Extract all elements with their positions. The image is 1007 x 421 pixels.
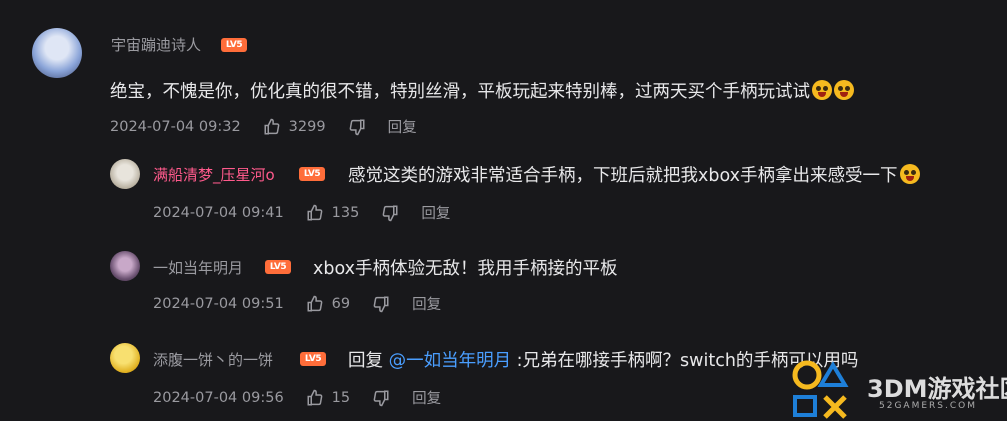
thumbs-up-icon: [307, 389, 323, 405]
like-count: 135: [331, 204, 360, 221]
username[interactable]: 一如当年明月: [153, 257, 243, 278]
emoji-icon: [834, 80, 854, 100]
thumbs-down-icon: [373, 296, 389, 312]
like-button[interactable]: 135: [306, 204, 360, 222]
comment-3: 一如当年明月 LV5 xbox手柄体验无敌！我用手柄接的平板 2024-07-0…: [0, 240, 1007, 332]
reply-button[interactable]: 回复: [421, 202, 450, 223]
level-badge: LV5: [221, 38, 247, 52]
comment-1: 宇宙蹦迪诗人 LV5 绝宝，不愧是你，优化真的很不错，特别丝滑，平板玩起来特别棒…: [0, 0, 1007, 150]
thumbs-down-icon: [373, 390, 389, 406]
avatar[interactable]: [110, 159, 140, 189]
watermark-name: 3DM游戏社区: [867, 375, 1007, 403]
timestamp: 2024-07-04 09:41: [153, 204, 284, 221]
username[interactable]: 添腹一饼丶的一饼: [153, 349, 273, 370]
avatar[interactable]: [110, 343, 140, 373]
comment-text: 感觉这类的游戏非常适合手柄，下班后就把我xbox手柄拿出来感受一下: [348, 162, 920, 187]
dislike-button[interactable]: [372, 389, 390, 407]
like-count: 15: [331, 389, 351, 406]
timestamp: 2024-07-04 09:32: [110, 118, 241, 135]
reply-prefix: 回复: [348, 351, 383, 371]
emoji-icon: [812, 80, 832, 100]
reply-button[interactable]: 回复: [412, 293, 441, 314]
thumbs-up-icon: [307, 295, 323, 311]
thumbs-down-icon: [349, 119, 365, 135]
dislike-button[interactable]: [348, 118, 366, 136]
username[interactable]: 宇宙蹦迪诗人: [111, 34, 201, 55]
mention-link[interactable]: @一如当年明月: [389, 351, 512, 371]
timestamp: 2024-07-04 09:51: [153, 295, 284, 312]
thumbs-up-icon: [307, 204, 323, 220]
comment-meta: 2024-07-04 09:41 135 回复: [153, 202, 450, 223]
reply-button[interactable]: 回复: [388, 116, 417, 137]
comment-2: 满船清梦_压星河o LV5 感觉这类的游戏非常适合手柄，下班后就把我xbox手柄…: [0, 150, 1007, 240]
level-badge: LV5: [299, 167, 325, 181]
comment-meta: 2024-07-04 09:51 69 回复: [153, 293, 441, 314]
thumbs-down-icon: [382, 205, 398, 221]
avatar[interactable]: [110, 251, 140, 281]
comment-meta: 2024-07-04 09:56 15 回复: [153, 387, 441, 408]
comment-meta: 2024-07-04 09:32 3299 回复: [110, 116, 417, 137]
comment-text: xbox手柄体验无敌！我用手柄接的平板: [313, 259, 618, 279]
emoji-icon: [899, 164, 920, 184]
comment-text: 回复 @一如当年明月 :兄弟在哪接手柄啊？switch的手柄可以用吗: [348, 351, 859, 371]
site-watermark: 3DM游戏社区 52GAMERS.COM: [787, 359, 1007, 419]
reply-button[interactable]: 回复: [412, 387, 441, 408]
comment-text: 绝宝，不愧是你，优化真的很不错，特别丝滑，平板玩起来特别棒，过两天买个手柄玩试试: [110, 78, 854, 103]
like-count: 69: [331, 295, 351, 312]
dislike-button[interactable]: [381, 204, 399, 222]
timestamp: 2024-07-04 09:56: [153, 389, 284, 406]
dislike-button[interactable]: [372, 295, 390, 313]
thumbs-up-icon: [264, 118, 280, 134]
like-button[interactable]: 69: [306, 295, 350, 313]
username[interactable]: 满船清梦_压星河o: [153, 164, 275, 185]
like-button[interactable]: 3299: [263, 118, 326, 136]
level-badge: LV5: [265, 260, 291, 274]
like-count: 3299: [288, 118, 326, 135]
avatar[interactable]: [32, 28, 82, 78]
watermark-logo-icon: [792, 360, 849, 419]
level-badge: LV5: [300, 352, 326, 366]
like-button[interactable]: 15: [306, 389, 350, 407]
watermark-site: 52GAMERS.COM: [879, 401, 977, 411]
